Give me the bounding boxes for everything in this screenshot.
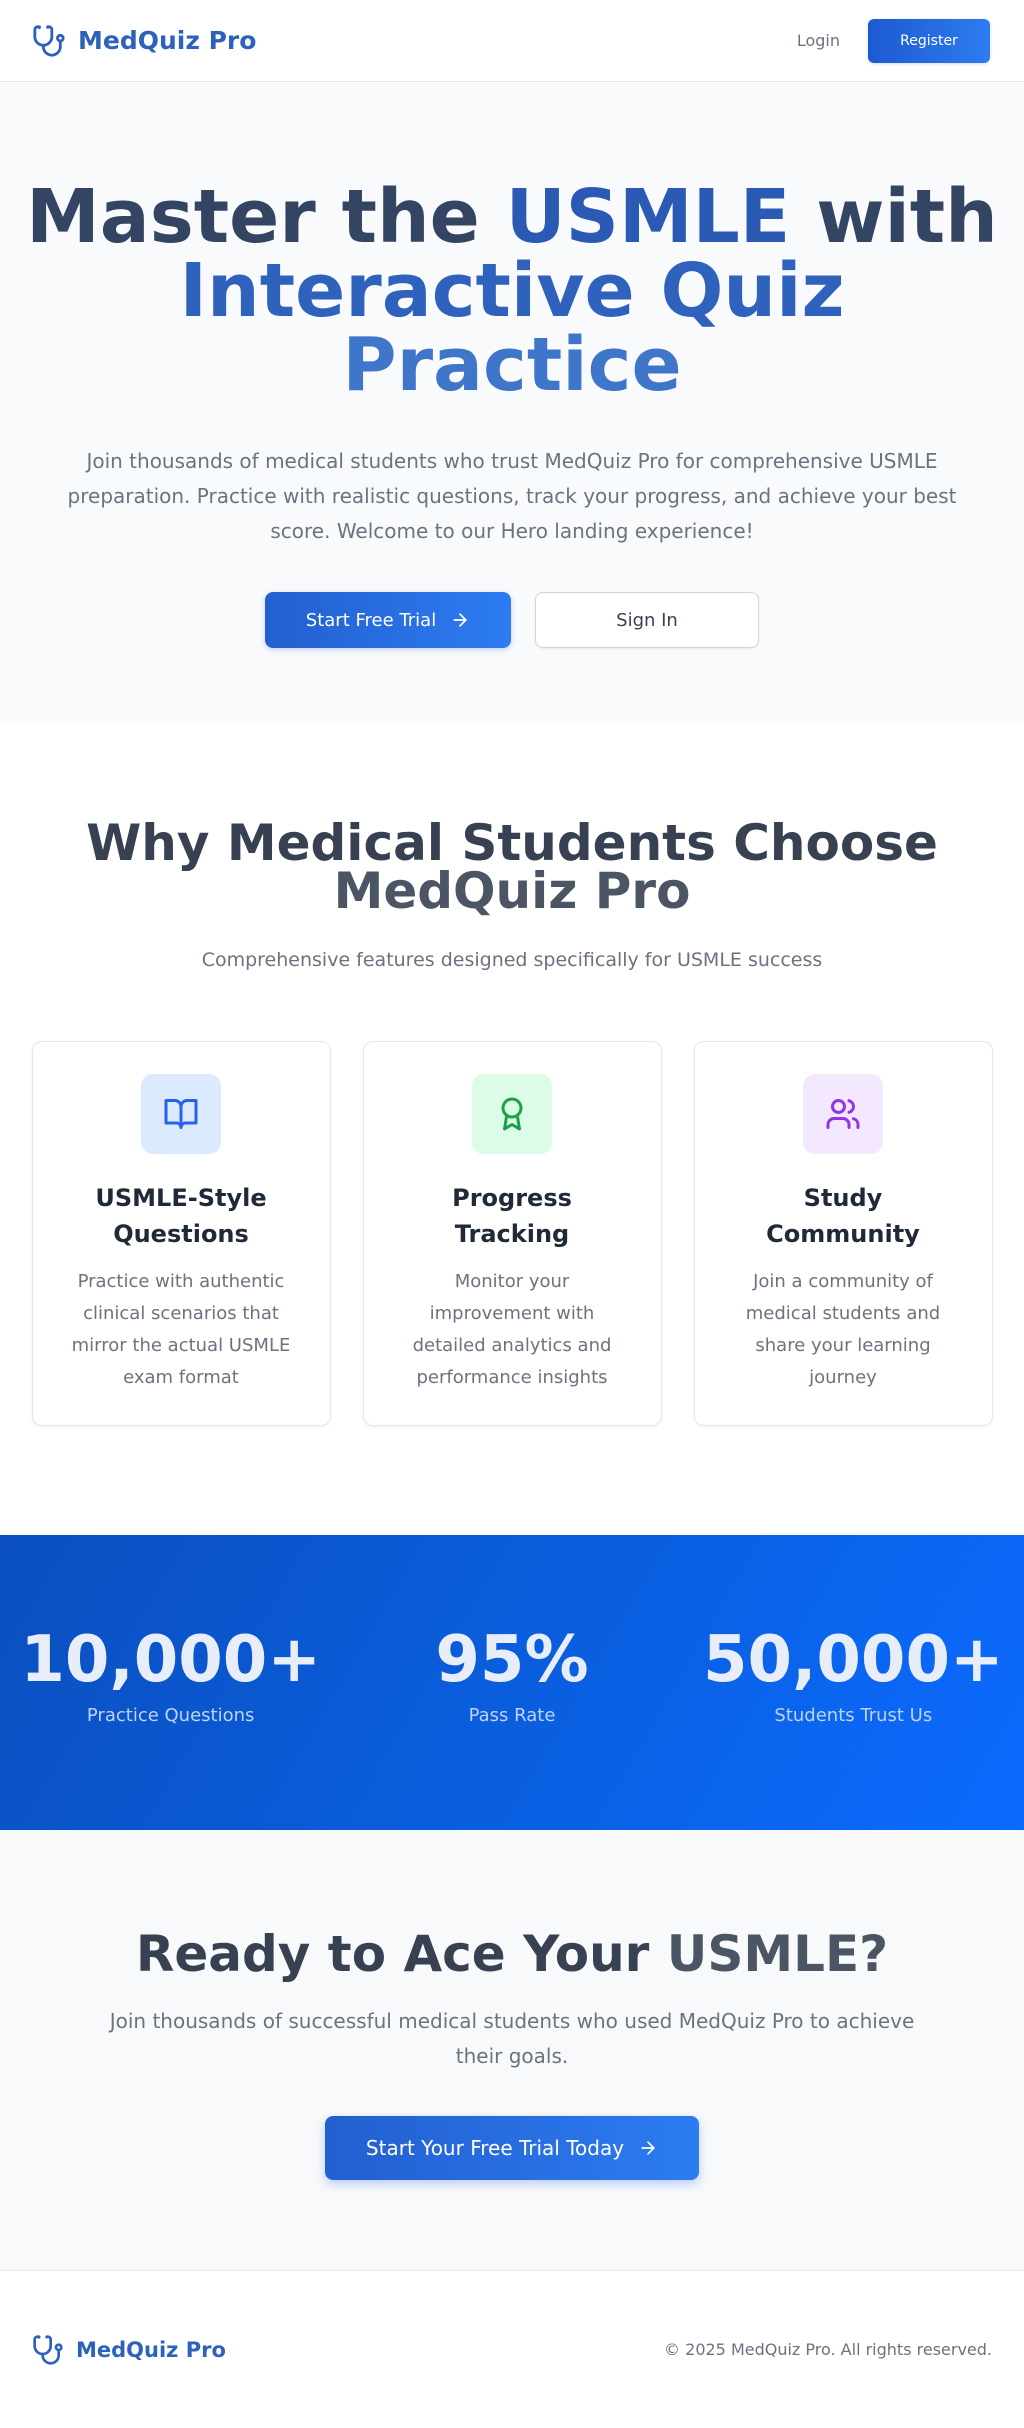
feature-description: Monitor your improvement with detailed a…	[412, 1271, 612, 1388]
brand-logo[interactable]: MedQuiz Pro	[32, 24, 256, 58]
cta-subtitle: Join thousands of successful medical stu…	[109, 2009, 915, 2068]
feature-title: Study Community	[766, 1184, 920, 1248]
stat-questions: 10,000+ Practice Questions	[6, 1625, 336, 1726]
feature-card-questions: USMLE-Style Questions Practice with auth…	[31, 1041, 331, 1426]
stat-value: 95%	[435, 1623, 589, 1697]
stat-pass-rate: 95% Pass Rate	[347, 1625, 677, 1726]
stat-value: 10,000+	[20, 1623, 321, 1697]
feature-cards: USMLE-Style Questions Practice with auth…	[0, 1041, 1024, 1426]
users-icon	[826, 1099, 860, 1129]
stethoscope-icon	[33, 24, 65, 57]
feature-card-community: Study Community Join a community of medi…	[693, 1041, 993, 1426]
cta-title-part1: Ready to Ace Your	[135, 1925, 650, 1983]
footer-brand-name: MedQuiz Pro	[76, 2337, 226, 2362]
feature-title: Progress Tracking	[452, 1184, 572, 1248]
arrow-right-icon	[453, 613, 467, 627]
sign-in-button[interactable]: Sign In	[535, 592, 759, 648]
top-navbar: MedQuiz Pro Login Register	[0, 0, 1024, 82]
start-free-trial-label: Start Free Trial	[305, 609, 437, 631]
features-title-line2: MedQuiz Pro	[333, 862, 691, 920]
feature-title: USMLE-Style Questions	[95, 1184, 267, 1248]
features-subtitle: Comprehensive features designed specific…	[201, 949, 823, 971]
feature-card-progress: Progress Tracking Monitor your improveme…	[362, 1041, 662, 1426]
cta-button-label: Start Your Free Trial Today	[365, 2136, 625, 2160]
stethoscope-icon	[33, 2334, 63, 2365]
register-button[interactable]: Register	[868, 18, 990, 63]
features-section: Why Medical Students Choose MedQuiz Pro …	[0, 723, 1024, 1535]
feature-description: Join a community of medical students and…	[745, 1271, 941, 1388]
footer: MedQuiz Pro © 2025 MedQuiz Pro. All righ…	[0, 2270, 1024, 2428]
feature-description: Practice with authentic clinical scenari…	[71, 1271, 291, 1388]
login-link[interactable]: Login	[797, 31, 840, 50]
book-open-icon	[164, 1099, 198, 1129]
stat-label: Practice Questions	[86, 1705, 255, 1726]
hero-subtitle: Join thousands of medical students who t…	[67, 449, 957, 543]
cta-section: Ready to Ace Your USMLE? Join thousands …	[0, 1830, 1024, 2270]
hero-title: Master the USMLE with Interactive Quiz P…	[0, 180, 1024, 402]
copyright-text: © 2025 MedQuiz Pro. All rights reserved.	[664, 2340, 992, 2359]
cta-title-part2: USMLE?	[666, 1925, 889, 1983]
feature-icon-wrap	[141, 1074, 221, 1154]
start-free-trial-button[interactable]: Start Free Trial	[265, 592, 511, 648]
stat-label: Students Trust Us	[774, 1705, 933, 1726]
cta-button-wrap: Start Your Free Trial Today	[0, 2116, 1024, 2180]
features-title: Why Medical Students Choose MedQuiz Pro	[0, 818, 1024, 916]
brand-name: MedQuiz Pro	[78, 26, 257, 55]
hero-section: Master the USMLE with Interactive Quiz P…	[0, 82, 1024, 723]
start-free-trial-today-button[interactable]: Start Your Free Trial Today	[325, 2116, 699, 2180]
feature-icon-wrap	[803, 1074, 883, 1154]
stats-section: 10,000+ Practice Questions 95% Pass Rate…	[0, 1535, 1024, 1830]
stat-students: 50,000+ Students Trust Us	[688, 1625, 1018, 1726]
footer-brand[interactable]: MedQuiz Pro	[32, 2334, 226, 2366]
stat-label: Pass Rate	[468, 1705, 556, 1726]
nav-actions: Login Register	[797, 18, 990, 63]
award-icon	[501, 1097, 523, 1131]
feature-icon-wrap	[472, 1074, 552, 1154]
hero-buttons: Start Free Trial Sign In	[0, 592, 1024, 648]
cta-title: Ready to Ace Your USMLE?	[0, 1926, 1024, 1982]
stat-value: 50,000+	[703, 1623, 1004, 1697]
hero-title-highlight-practice: Practice	[342, 322, 682, 408]
arrow-right-icon	[641, 2141, 655, 2155]
